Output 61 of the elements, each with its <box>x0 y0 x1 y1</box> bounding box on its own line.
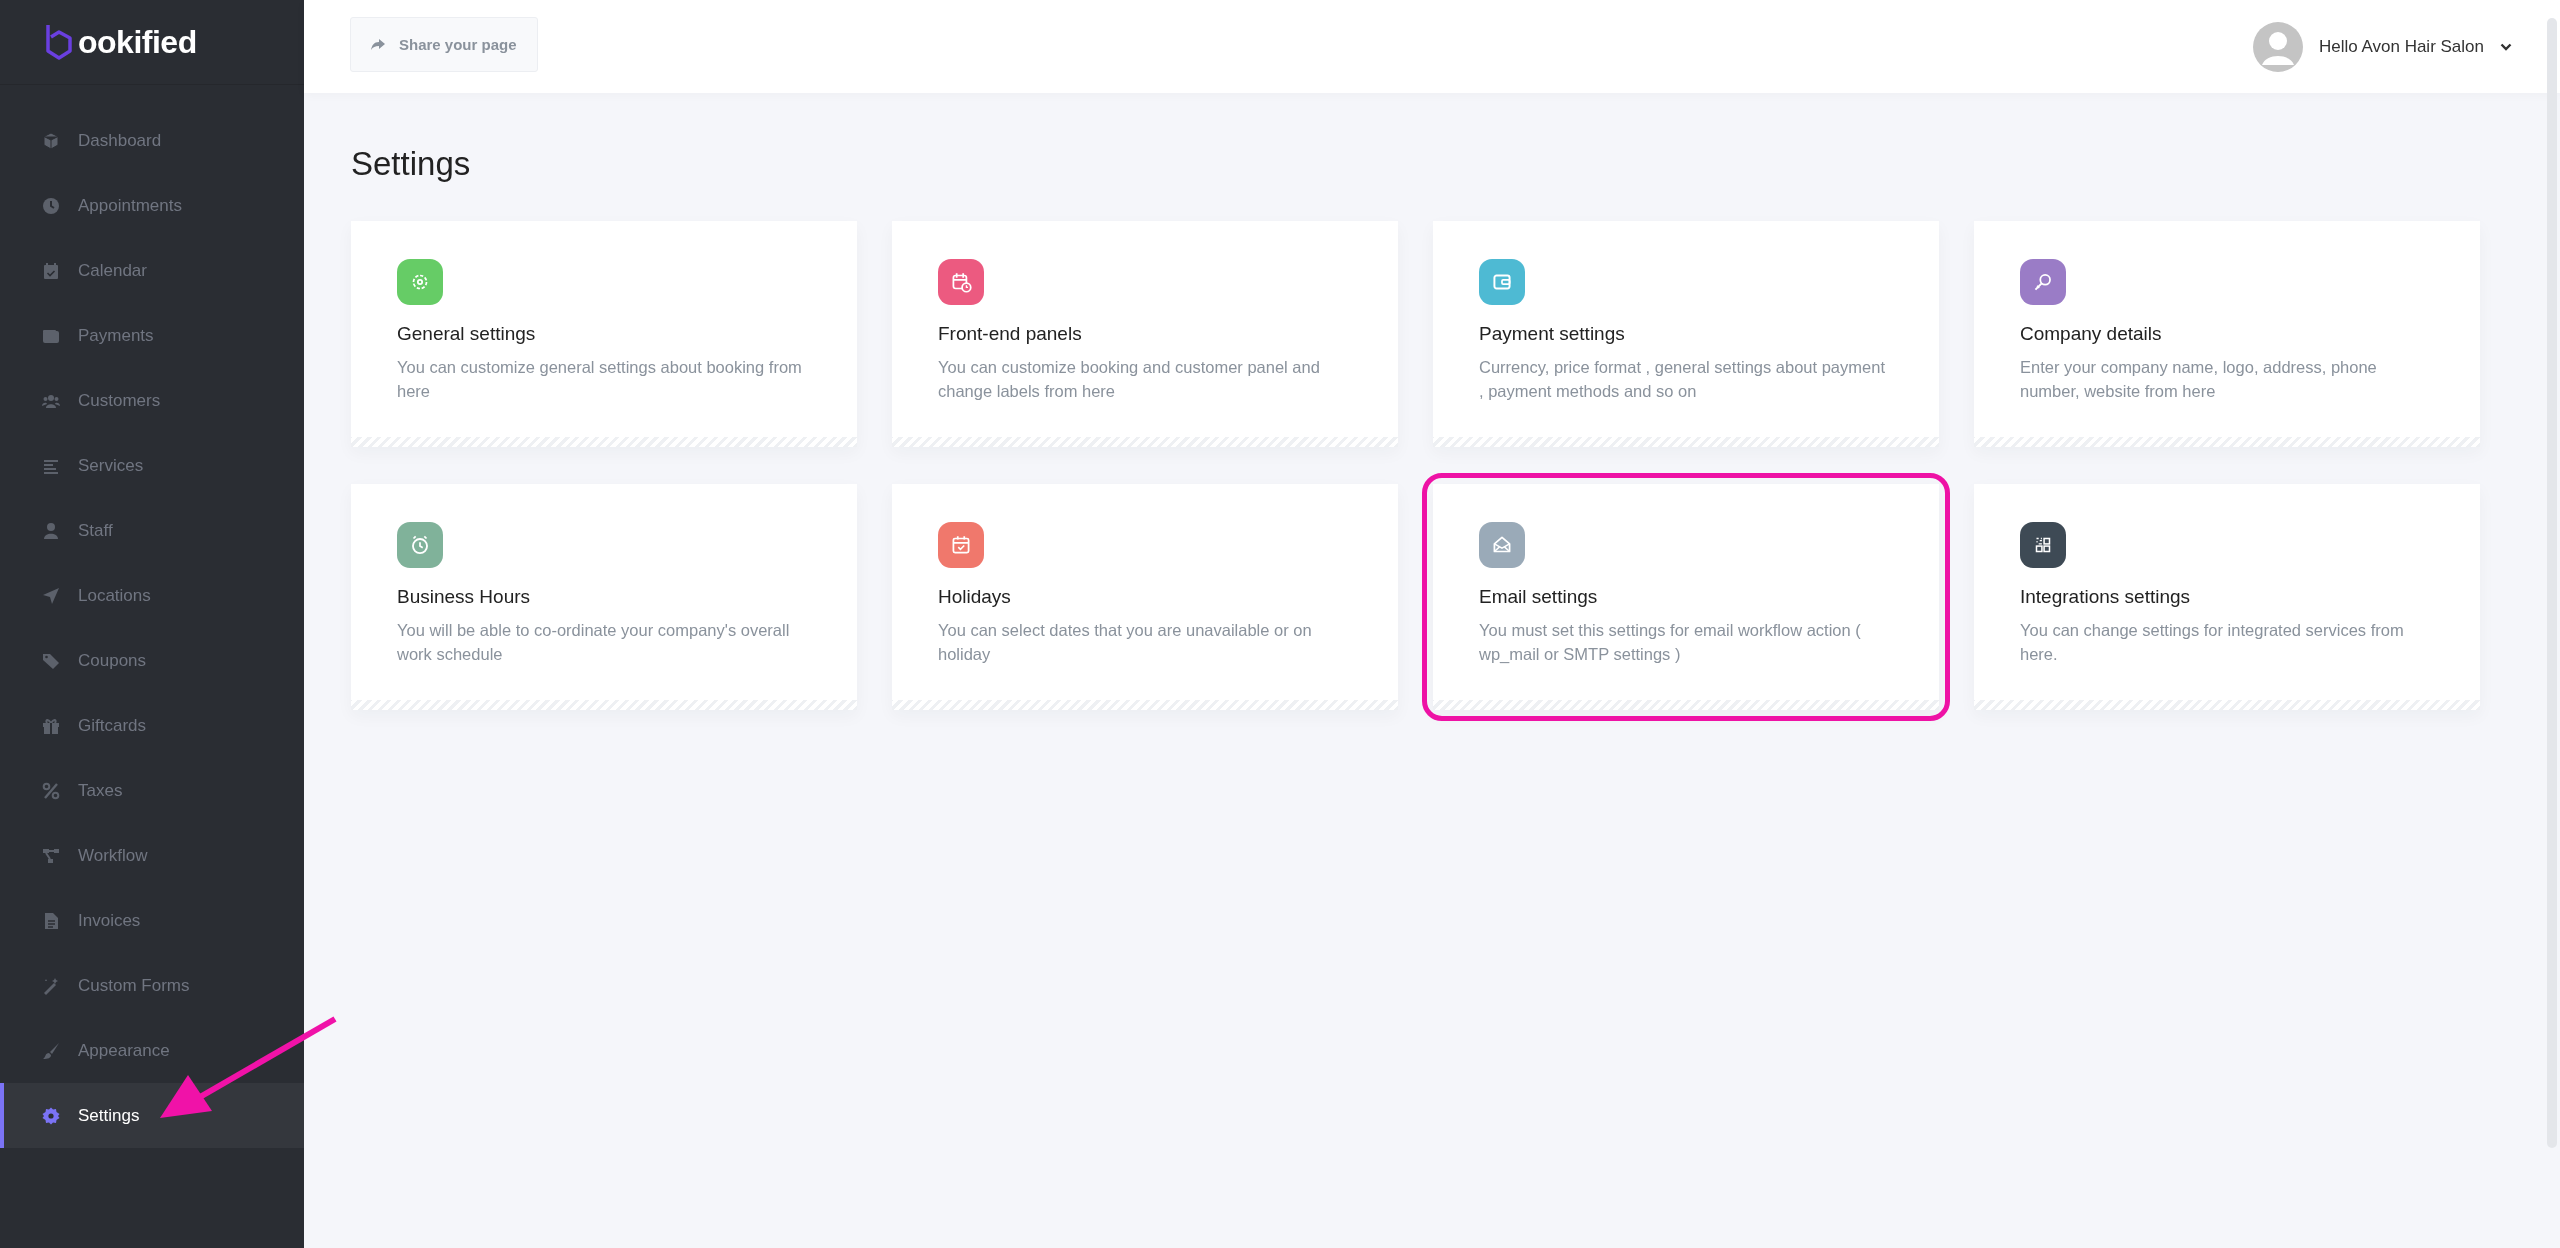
sidebar-item[interactable]: Custom Forms <box>0 953 304 1018</box>
user-menu[interactable]: Hello Avon Hair Salon <box>2252 21 2512 72</box>
avatar-icon <box>2252 21 2303 72</box>
sidebar-item[interactable]: Appointments <box>0 173 304 238</box>
settings-card[interactable]: Holidays You can select dates that you are unavailable or on holiday <box>892 484 1398 710</box>
settings-card[interactable]: Payment settings Currency, price format , general settings about payment , payment methods and so on <box>1433 221 1939 447</box>
card-title: Holidays <box>938 586 1012 608</box>
logo-icon <box>44 23 74 61</box>
card-description: You will be able to co-ordinate your company's overall work schedule <box>397 620 791 665</box>
settings-card[interactable]: Email settings You must set this settings for email workflow action ( wp_mail or SMTP settings ) <box>1433 484 1939 710</box>
menu-icon <box>42 716 60 735</box>
sidebar-item[interactable]: Invoices <box>0 888 304 953</box>
card-description: Currency, price format , general settings about payment , payment methods and so on <box>1479 357 1886 402</box>
menu-icon <box>42 1106 60 1125</box>
card-title: Company details <box>2020 323 2163 345</box>
card-title: General settings <box>397 323 537 345</box>
menu-icon <box>42 781 60 800</box>
sidebar-item[interactable]: Calendar <box>0 238 304 303</box>
settings-card[interactable]: Integrations settings You can change settings for integrated services from here. <box>1974 484 2480 710</box>
menu-icon <box>42 911 60 930</box>
settings-card[interactable]: Business Hours You will be able to co-ordinate your company's overall work schedule <box>351 484 857 710</box>
menu-icon <box>42 131 60 150</box>
card-title: Payment settings <box>1479 323 1626 345</box>
card-description: You can change settings for integrated services from here. <box>2020 620 2405 665</box>
sidebar-item[interactable]: Customers <box>0 368 304 433</box>
card-description: You must set this settings for email workflow action ( wp_mail or SMTP settings ) <box>1479 620 1862 665</box>
sidebar-item[interactable]: Services <box>0 433 304 498</box>
sidebar-item[interactable]: Payments <box>0 303 304 368</box>
settings-card[interactable]: Front-end panels You can customize booking and customer panel and change labels from here <box>892 221 1398 447</box>
card-title: Integrations settings <box>2020 586 2192 608</box>
user-greeting: Hello Avon Hair Salon <box>2318 36 2484 57</box>
settings-card[interactable]: Company details Enter your company name, logo, address, phone number, website from here <box>1974 221 2480 447</box>
sidebar-item[interactable]: Staff <box>0 498 304 563</box>
share-button[interactable]: Share your page <box>350 17 538 72</box>
menu-icon <box>42 521 60 540</box>
settings-card[interactable]: General settings You can customize general settings about booking from here <box>351 221 857 447</box>
card-description: Enter your company name, logo, address, phone number, website from here <box>2020 357 2378 402</box>
sidebar-item[interactable]: Giftcards <box>0 693 304 758</box>
menu-icon <box>42 846 60 865</box>
sidebar-item[interactable]: Settings <box>0 1083 304 1148</box>
logo-text: ookified <box>78 23 197 61</box>
card-title: Front-end panels <box>938 323 1083 345</box>
sidebar-item[interactable]: Coupons <box>0 628 304 693</box>
sidebar-item[interactable]: Dashboard <box>0 108 304 173</box>
card-description: You can customize booking and customer panel and change labels from here <box>938 357 1321 402</box>
menu-icon <box>42 261 60 280</box>
menu-icon <box>42 196 60 215</box>
card-title: Business Hours <box>397 586 532 608</box>
page-title: Settings <box>351 145 472 183</box>
sidebar-item[interactable]: Locations <box>0 563 304 628</box>
card-description: You can select dates that you are unavailable or on holiday <box>938 620 1313 665</box>
menu-icon <box>42 586 60 605</box>
card-title: Email settings <box>1479 586 1599 608</box>
chevron-down-icon <box>2500 42 2512 51</box>
menu-icon <box>42 651 60 670</box>
sidebar-item[interactable]: Appearance <box>0 1018 304 1083</box>
sidebar-item[interactable]: Taxes <box>0 758 304 823</box>
sidebar-item[interactable]: Workflow <box>0 823 304 888</box>
menu-icon <box>42 976 60 995</box>
card-description: You can customize general settings about booking from here <box>397 357 803 402</box>
share-icon <box>371 38 385 51</box>
